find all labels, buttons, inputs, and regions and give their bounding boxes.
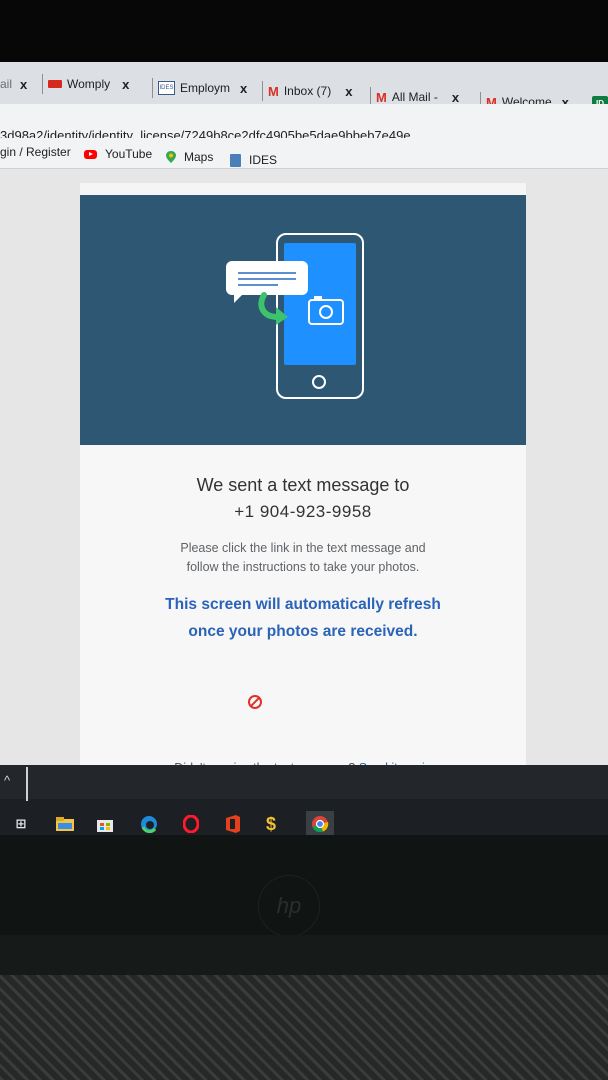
phone-number: +1 904-923-9958 <box>234 502 372 521</box>
message-bubble-icon <box>226 261 308 303</box>
store-icon[interactable] <box>96 815 114 833</box>
windows-taskbar: ^ ⊞ $ <box>0 765 608 839</box>
chrome-icon[interactable] <box>306 811 334 837</box>
gmail-icon: M <box>376 89 387 105</box>
opera-icon[interactable] <box>182 815 200 833</box>
office-icon[interactable] <box>224 815 242 833</box>
dollar-app-icon[interactable]: $ <box>262 814 280 834</box>
bookmark-label: gin / Register <box>0 145 71 159</box>
edge-icon[interactable] <box>140 815 158 833</box>
womply-icon <box>48 80 62 88</box>
refresh-notice: This screen will automatically refresh o… <box>130 591 476 645</box>
taskbar-divider <box>26 767 28 801</box>
tab-label: ail <box>0 77 13 91</box>
bookmarks-bar: gin / Register YouTube Maps IDES <box>0 138 608 169</box>
instruction-line: follow the instructions to take your pho… <box>186 560 420 574</box>
tab-divider <box>152 78 153 98</box>
tab-label: All Mail - <box>391 90 438 104</box>
refresh-line: once your photos are received. <box>188 623 418 640</box>
close-icon[interactable]: x <box>122 77 129 92</box>
bookmark-maps[interactable]: Maps <box>166 150 213 164</box>
tab-divider <box>42 74 43 94</box>
chevron-up-icon[interactable]: ^ <box>4 773 10 788</box>
transfer-arrow-icon <box>258 292 288 325</box>
close-icon[interactable]: x <box>240 81 247 96</box>
address-bar[interactable]: 3d98a2/identity/identity_license/7249b8c… <box>0 104 608 143</box>
loading-spinner-icon <box>248 695 262 709</box>
bookmark-register[interactable]: gin / Register <box>0 145 71 159</box>
screen-bezel-top <box>0 0 608 62</box>
tab-womply[interactable]: Womply x <box>42 72 129 96</box>
verification-card: We sent a text message to +1 904-923-995… <box>80 183 526 775</box>
hp-logo: hp <box>258 875 320 937</box>
ides-icon: IDES <box>158 81 175 95</box>
task-view-icon[interactable]: ⊞ <box>12 815 30 833</box>
close-icon[interactable]: x <box>20 77 27 92</box>
taskbar-upper-strip: ^ <box>0 765 608 801</box>
tab-employment[interactable]: IDES Employm x <box>152 76 247 100</box>
tab-divider <box>262 81 263 101</box>
tab-inbox[interactable]: M Inbox (7) x <box>262 79 352 103</box>
tab-mail[interactable]: ail x <box>0 72 27 96</box>
camera-icon <box>308 296 344 325</box>
instruction-line: Please click the link in the text messag… <box>180 541 426 555</box>
file-explorer-icon[interactable] <box>56 815 74 833</box>
ides-icon <box>230 153 241 167</box>
bookmark-label: Maps <box>184 150 214 164</box>
youtube-icon <box>84 149 97 159</box>
page-title: We sent a text message to <box>196 475 410 495</box>
instruction-text: Please click the link in the text messag… <box>148 539 458 577</box>
card-body: We sent a text message to +1 904-923-995… <box>80 445 526 775</box>
laptop-hinge <box>0 935 608 975</box>
close-icon[interactable]: x <box>345 84 352 99</box>
tab-label: Womply <box>67 77 111 91</box>
page-viewport: We sent a text message to +1 904-923-995… <box>0 169 608 775</box>
bookmark-label: YouTube <box>105 147 153 161</box>
tab-label: Employm <box>180 81 231 95</box>
tab-bar: ail x Womply x IDES Employm x M Inbox (7… <box>0 62 608 112</box>
gmail-icon: M <box>268 83 279 99</box>
maps-icon <box>166 151 176 163</box>
refresh-line: This screen will automatically refresh <box>165 596 441 613</box>
tab-label: Inbox (7) <box>283 84 332 98</box>
keyboard-grille <box>0 975 608 1080</box>
bookmark-ides[interactable]: IDES <box>230 153 277 167</box>
bookmark-youtube[interactable]: YouTube <box>84 147 152 161</box>
phone-home-button <box>312 375 326 389</box>
bookmark-label: IDES <box>249 153 278 167</box>
hero-banner <box>80 195 526 445</box>
close-icon[interactable]: x <box>452 90 459 105</box>
laptop-body: hp <box>0 835 608 1080</box>
